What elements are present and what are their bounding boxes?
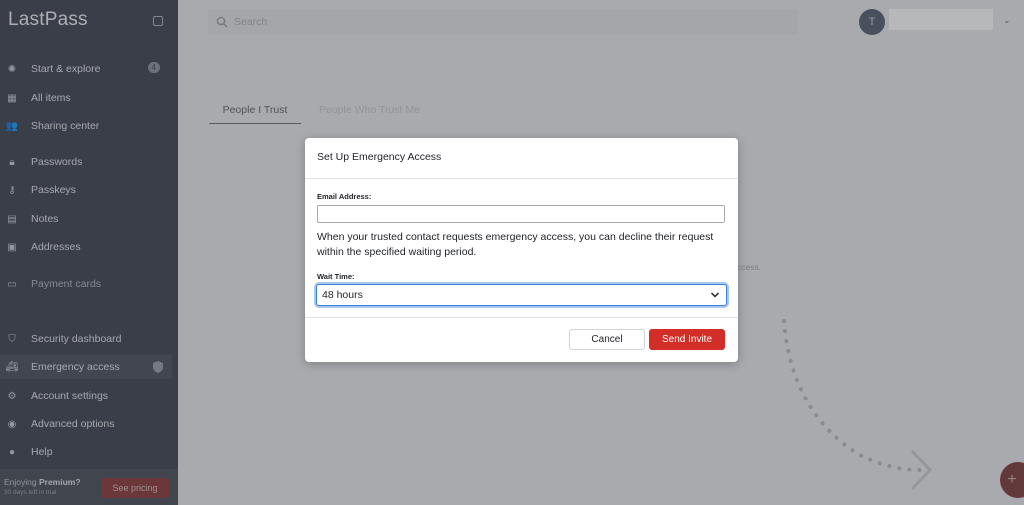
trial-promo: Enjoying Premium? 30 days left in trial … (0, 469, 178, 505)
premium-shield-icon (153, 361, 163, 373)
shield-icon: ⛉ (8, 333, 16, 345)
sidebar-item-advanced-options[interactable]: ◉ Advanced options (0, 412, 172, 436)
app-logo: LastPass (8, 9, 88, 30)
sidebar-item-passwords[interactable]: 🔒︎ Passwords (0, 150, 172, 174)
sidebar-item-help[interactable]: ● Help (0, 440, 172, 464)
sidebar: LastPass ✺ Start & explore 4 ▦ All items… (0, 0, 178, 505)
see-pricing-button[interactable]: See pricing (101, 478, 169, 498)
sidebar-item-notes[interactable]: ▤ Notes (0, 207, 172, 231)
emergency-access-modal: Set Up Emergency Access Email Address: W… (305, 138, 738, 362)
cancel-button[interactable]: Cancel (569, 329, 645, 350)
card-icon: ▭ (7, 278, 17, 290)
account-email-redacted (889, 9, 993, 30)
passkey-icon: ⚷ (8, 184, 16, 196)
promo-text: Enjoying Premium? (4, 477, 81, 487)
search-icon (216, 16, 228, 28)
tab-people-i-trust[interactable]: People I Trust (209, 102, 301, 124)
note-icon: ▤ (7, 213, 17, 225)
topbar: Search T ⌄ (178, 0, 1024, 50)
sidebar-item-label: Security dashboard (31, 333, 122, 345)
chevron-down-icon (710, 292, 720, 298)
tab-people-who-trust-me[interactable]: People Who Trust Me (319, 102, 420, 116)
email-label: Email Address: (317, 192, 372, 201)
grid-icon: ▦ (7, 92, 17, 104)
sidebar-item-account-settings[interactable]: ⚙ Account settings (0, 384, 172, 408)
send-invite-button[interactable]: Send Invite (649, 329, 725, 350)
advanced-icon: ◉ (7, 418, 17, 430)
count-badge: 4 (147, 62, 160, 73)
modal-title: Set Up Emergency Access (317, 151, 442, 163)
sidebar-item-label: Payment cards (31, 278, 102, 290)
modal-header-divider (305, 178, 738, 179)
search-bar[interactable]: Search (208, 9, 798, 35)
wait-time-label: Wait Time: (317, 272, 355, 281)
lock-icon: 🔒︎ (9, 156, 15, 168)
sidebar-item-emergency-access[interactable]: 🚑︎ Emergency access (0, 355, 172, 379)
sidebar-item-label: Account settings (31, 390, 109, 402)
chevron-down-icon[interactable]: ⌄ (1003, 15, 1011, 26)
bulb-icon: ✺ (7, 63, 17, 75)
sidebar-item-start-explore[interactable]: ✺ Start & explore 4 (0, 57, 172, 81)
helper-text: When your trusted contact requests emerg… (317, 231, 714, 258)
add-item-button[interactable]: + (1000, 462, 1024, 498)
wait-time-select[interactable]: 48 hours (316, 284, 727, 306)
sidebar-item-label: Advanced options (31, 418, 115, 430)
gear-icon: ⚙ (7, 390, 17, 402)
sidebar-item-label: Passkeys (31, 184, 76, 196)
sidebar-item-addresses[interactable]: ▣ Addresses (0, 235, 172, 259)
background-text-fragment: ccess. (737, 262, 762, 272)
email-field[interactable] (317, 205, 725, 223)
sidebar-item-label: Passwords (31, 156, 83, 168)
modal-footer-divider (305, 317, 738, 318)
collapse-sidebar-icon[interactable] (153, 16, 163, 26)
dotted-arrow-illustration (782, 319, 933, 491)
trial-days-left: 30 days left in trial (4, 489, 57, 496)
people-icon: 👥 (5, 120, 19, 132)
ambulance-icon: 🚑︎ (5, 361, 19, 373)
sidebar-item-label: All items (31, 92, 71, 104)
sidebar-item-payment-cards[interactable]: ▭ Payment cards (0, 272, 172, 296)
address-icon: ▣ (7, 241, 17, 253)
sidebar-item-security-dashboard[interactable]: ⛉ Security dashboard (0, 327, 172, 351)
search-placeholder: Search (234, 16, 268, 28)
avatar[interactable]: T (859, 9, 885, 35)
sidebar-item-label: Emergency access (31, 361, 120, 373)
sidebar-item-passkeys[interactable]: ⚷ Passkeys (0, 178, 172, 202)
sidebar-item-label: Notes (31, 213, 59, 225)
wait-time-value: 48 hours (322, 289, 363, 301)
sidebar-item-label: Addresses (31, 241, 81, 253)
sidebar-item-sharing-center[interactable]: 👥 Sharing center (0, 114, 172, 138)
sidebar-item-all-items[interactable]: ▦ All items (0, 86, 172, 110)
sidebar-item-label: Help (31, 446, 53, 458)
help-icon: ● (8, 446, 16, 458)
sidebar-item-label: Sharing center (31, 120, 100, 132)
sidebar-item-label: Start & explore (31, 63, 101, 75)
